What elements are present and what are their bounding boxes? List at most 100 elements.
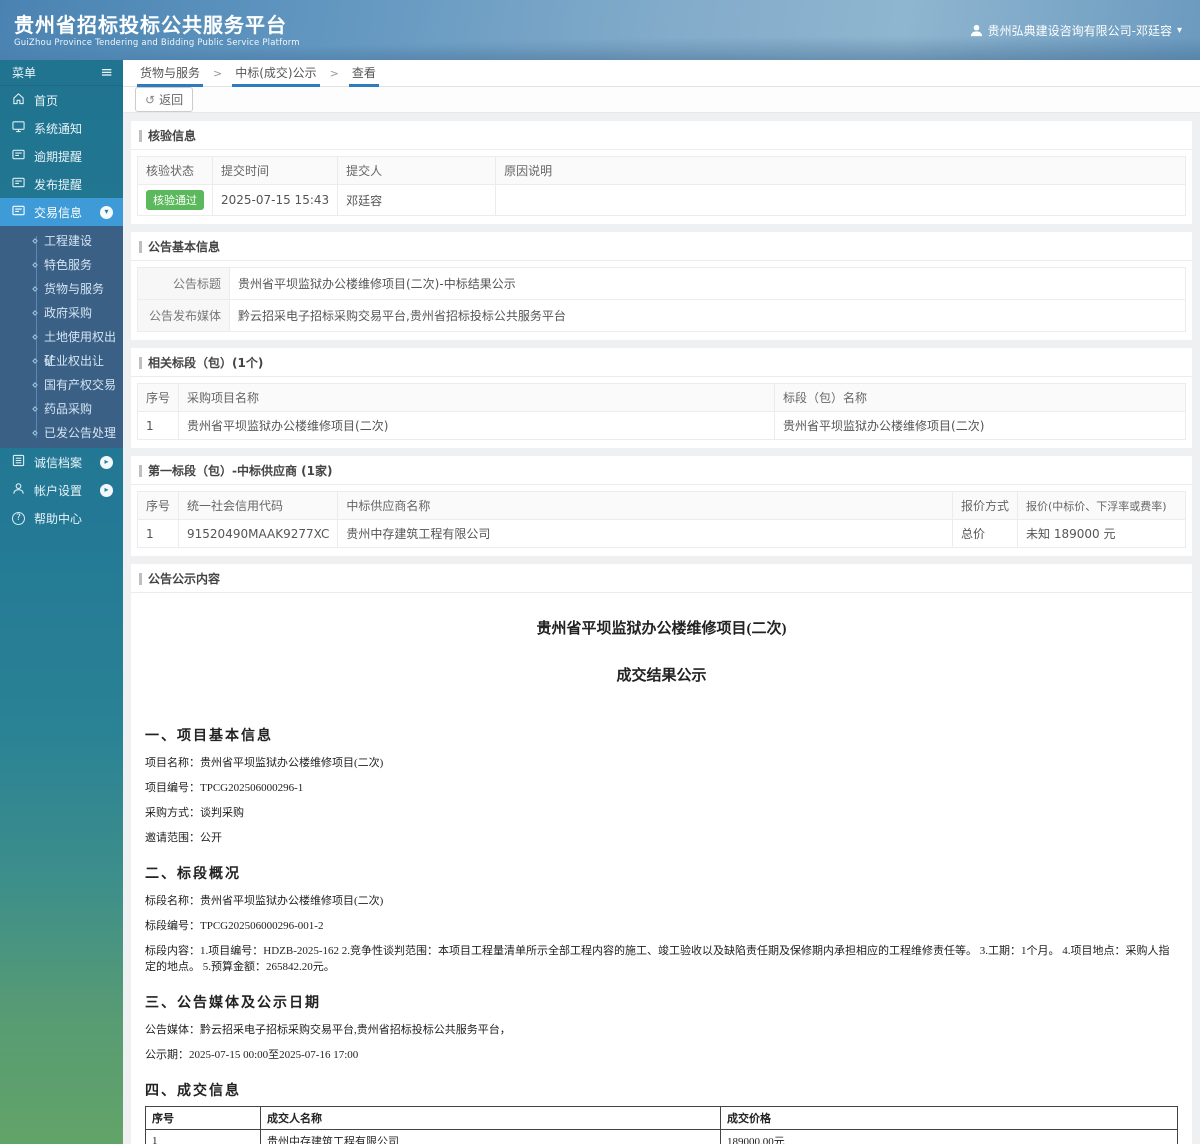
submenu-item-state-property[interactable]: 国有产权交易 <box>0 373 123 397</box>
user-menu[interactable]: 贵州弘典建设咨询有限公司-邓廷容 ▾ <box>970 22 1182 39</box>
question-icon: ? <box>12 511 25 525</box>
sidebar-item-trade-info[interactable]: 交易信息 ▾ <box>0 198 123 226</box>
chevron-right-icon: ▸ <box>100 483 113 497</box>
submenu-label: 已发公告处理 <box>44 426 117 440</box>
folder-icon <box>12 176 25 192</box>
section-title: 相关标段（包）(1个) <box>131 348 1192 377</box>
submenu-item-published-notices[interactable]: 已发公告处理 <box>0 421 123 445</box>
verify-reason-cell <box>495 184 1186 216</box>
cell-winner-name: 贵州中存建筑工程有限公司 <box>260 1129 721 1144</box>
field-label: 公告标题 <box>137 267 230 300</box>
doc-line: 公示期：2025-07-15 00:00至2025-07-16 17:00 <box>145 1049 359 1061</box>
submenu-item-drug-procurement[interactable]: 药品采购 <box>0 397 123 421</box>
sidebar: 菜单 ≡ 首页 系统通知 逾期提醒 发布提醒 交易信息 ▾ 工程建设 特色服务 … <box>0 60 123 1144</box>
diamond-bullet-icon <box>32 358 38 364</box>
col-header: 原因说明 <box>495 156 1186 185</box>
verify-status-cell: 核验通过 <box>137 184 213 216</box>
sidebar-menu-header: 菜单 ≡ <box>0 60 123 86</box>
section-verify-info: 核验信息 核验状态 提交时间 提交人 原因说明 核验通过 2025-07-15 … <box>131 121 1192 224</box>
cell-supplier-name: 贵州中存建筑工程有限公司 <box>337 519 953 548</box>
doc-heading-4: 四、成交信息 <box>145 1084 241 1099</box>
sidebar-item-overdue-reminder[interactable]: 逾期提醒 <box>0 142 123 170</box>
user-icon <box>970 24 983 37</box>
table-header-row: 序号 采购项目名称 标段（包）名称 <box>136 383 1186 412</box>
submenu-item-mining-rights[interactable]: 矿业权出让 <box>0 349 123 373</box>
doc-heading-3: 三、公告媒体及公示日期 <box>145 996 321 1011</box>
sidebar-item-credit-archive[interactable]: 诚信档案 ▸ <box>0 448 123 476</box>
breadcrumb-item-goods-services[interactable]: 货物与服务 <box>137 59 204 87</box>
sidebar-item-help-center[interactable]: ? 帮助中心 <box>0 504 123 532</box>
doc-line: 邀请范围：公开 <box>145 832 222 844</box>
cell-credit-code: 91520490MAAK9277XC <box>178 519 339 548</box>
section-title-text: 公告基本信息 <box>148 240 221 254</box>
submenu-label: 货物与服务 <box>44 282 105 296</box>
announcement-media-value: 黔云招采电子招标采购交易平台,贵州省招标投标公共服务平台 <box>229 299 1186 332</box>
submenu-label: 特色服务 <box>44 258 93 272</box>
sidebar-item-home[interactable]: 首页 <box>0 86 123 114</box>
doc-line: 项目名称：贵州省平坝监狱办公楼维修项目(二次) <box>145 757 384 769</box>
table-row: 1 91520490MAAK9277XC 贵州中存建筑工程有限公司 总价 未知 … <box>136 519 1186 548</box>
section-marker <box>139 356 142 369</box>
doc-line: 标段名称：贵州省平坝监狱办公楼维修项目(二次) <box>145 895 384 907</box>
app-logo: 贵州省招标投标公共服务平台 GuiZhou Province Tendering… <box>14 12 300 48</box>
folder-icon <box>12 204 25 220</box>
col-header: 序号 <box>136 383 180 412</box>
home-icon <box>12 92 25 108</box>
diamond-bullet-icon <box>32 334 38 340</box>
status-badge: 核验通过 <box>146 190 204 210</box>
notice-document: 贵州省平坝监狱办公楼维修项目(二次) 成交结果公示 一、项目基本信息 项目名称：… <box>131 593 1192 1144</box>
chevron-right-icon: ▸ <box>100 455 113 469</box>
menu-label: 菜单 <box>12 66 37 80</box>
field-label: 公告发布媒体 <box>137 299 230 332</box>
breadcrumb-item-award-notice[interactable]: 中标(成交)公示 <box>232 59 320 87</box>
submenu-item-special-services[interactable]: 特色服务 <box>0 253 123 277</box>
doc-line: 采购方式：谈判采购 <box>145 807 244 819</box>
doc-heading-2: 二、标段概况 <box>145 867 241 882</box>
sidebar-item-label: 诚信档案 <box>34 455 83 470</box>
sidebar-item-label: 逾期提醒 <box>34 149 83 164</box>
app-header: 贵州省招标投标公共服务平台 GuiZhou Province Tendering… <box>0 0 1200 60</box>
submenu-label: 国有产权交易 <box>44 378 117 392</box>
col-header: 序号 <box>136 491 180 520</box>
section-title-text: 核验信息 <box>148 129 197 143</box>
section-title: 公告基本信息 <box>131 232 1192 261</box>
diamond-bullet-icon <box>32 262 38 268</box>
menu-toggle-icon[interactable]: ≡ <box>100 65 113 80</box>
doc-heading-1: 一、项目基本信息 <box>145 729 273 744</box>
sidebar-item-label: 系统通知 <box>34 121 83 136</box>
doc-line: 项目编号：TPCG202506000296-1 <box>145 782 304 794</box>
submenu-item-engineering[interactable]: 工程建设 <box>0 229 123 253</box>
breadcrumb-item-view[interactable]: 查看 <box>348 59 379 87</box>
cell-quote-method: 总价 <box>951 519 1019 548</box>
back-button[interactable]: ↺ 返回 <box>135 87 194 112</box>
toolbar: ↺ 返回 <box>123 87 1200 113</box>
section-marker <box>139 129 142 142</box>
table-row: 公告发布媒体 黔云招采电子招标采购交易平台,贵州省招标投标公共服务平台 <box>137 299 1186 332</box>
col-header: 标段（包）名称 <box>774 383 1186 412</box>
submenu-label: 工程建设 <box>44 234 93 248</box>
table-row: 核验通过 2025-07-15 15:43 邓廷容 <box>137 184 1186 216</box>
submenu-item-land-rights[interactable]: 土地使用权出让 <box>0 325 123 368</box>
sidebar-submenu: 工程建设 特色服务 货物与服务 政府采购 土地使用权出让 矿业权出让 国有产权交… <box>0 226 123 448</box>
submenu-label: 政府采购 <box>44 306 93 320</box>
col-header: 报价(中标价、下浮率或费率) <box>1017 491 1186 520</box>
verify-table: 核验状态 提交时间 提交人 原因说明 核验通过 2025-07-15 15:43… <box>137 156 1186 216</box>
col-header: 报价方式 <box>951 491 1019 520</box>
sidebar-item-account-settings[interactable]: 帐户设置 ▸ <box>0 476 123 504</box>
verify-time-cell: 2025-07-15 15:43 <box>211 184 339 216</box>
submenu-item-gov-procurement[interactable]: 政府采购 <box>0 301 123 325</box>
col-header: 序号 <box>145 1106 261 1130</box>
diamond-bullet-icon <box>32 406 38 412</box>
submenu-item-goods-services[interactable]: 货物与服务 <box>0 277 123 301</box>
diamond-bullet-icon <box>32 286 38 292</box>
doc-title: 贵州省平坝监狱办公楼维修项目(二次) <box>536 621 787 637</box>
cell-index: 1 <box>145 1129 261 1144</box>
sidebar-item-publish-reminder[interactable]: 发布提醒 <box>0 170 123 198</box>
winning-supplier-table: 序号 统一社会信用代码 中标供应商名称 报价方式 报价(中标价、下浮率或费率) … <box>136 491 1186 548</box>
doc-subtitle: 成交结果公示 <box>616 668 707 684</box>
folder-icon <box>12 148 25 164</box>
section-title-text: 公告公示内容 <box>148 572 221 586</box>
table-header-row: 序号 统一社会信用代码 中标供应商名称 报价方式 报价(中标价、下浮率或费率) <box>136 491 1186 520</box>
back-icon: ↺ <box>145 92 156 107</box>
sidebar-item-notifications[interactable]: 系统通知 <box>0 114 123 142</box>
